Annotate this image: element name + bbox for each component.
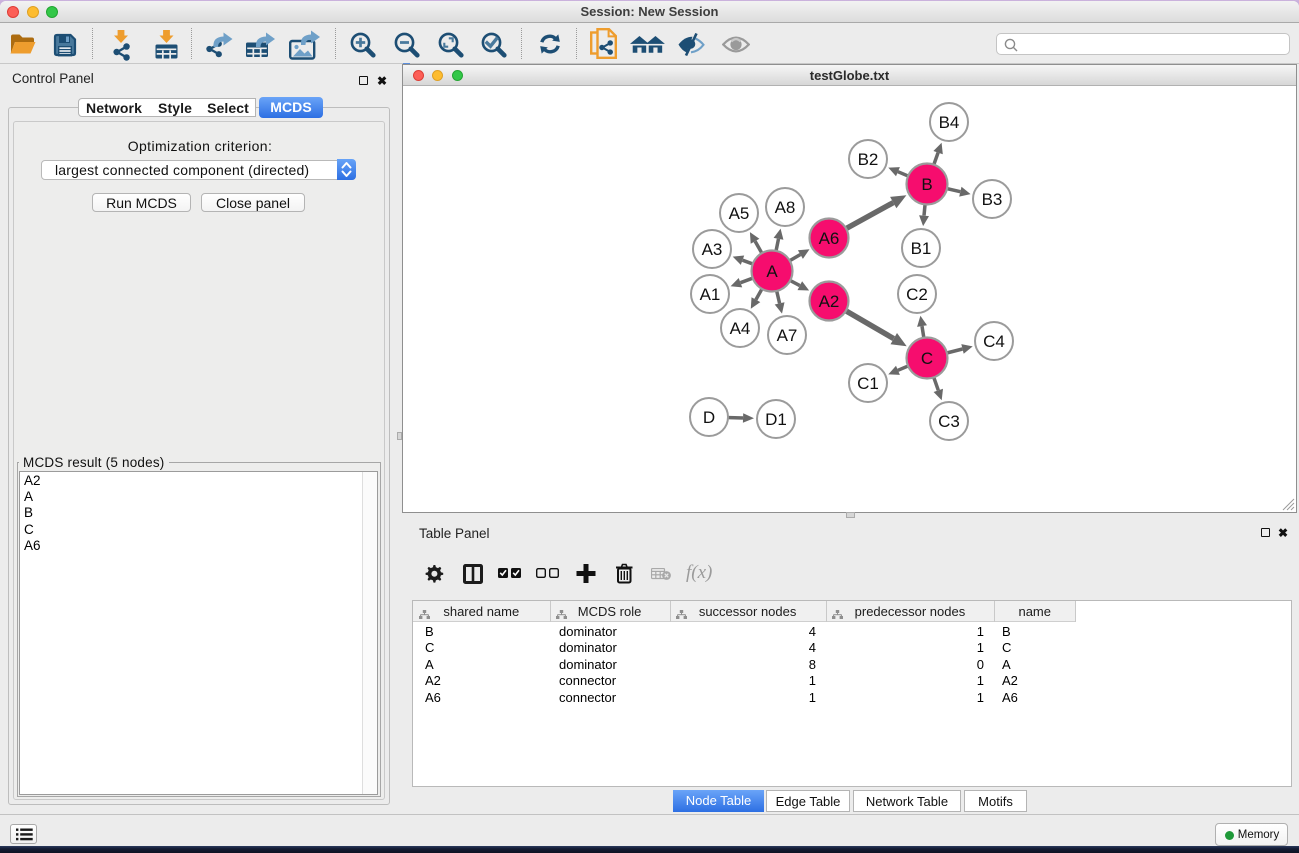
svg-text:A2: A2 [819,292,840,311]
svg-text:C1: C1 [857,374,879,393]
svg-text:B4: B4 [939,113,960,132]
svg-text:A1: A1 [700,285,721,304]
svg-text:D: D [703,408,715,427]
svg-text:C3: C3 [938,412,960,431]
svg-text:D1: D1 [765,410,787,429]
svg-text:A7: A7 [777,326,798,345]
svg-text:A5: A5 [729,204,750,223]
svg-text:A3: A3 [702,240,723,259]
svg-text:A6: A6 [819,229,840,248]
svg-text:B2: B2 [858,150,879,169]
svg-text:B1: B1 [911,239,932,258]
svg-text:A4: A4 [730,319,751,338]
svg-text:C: C [921,349,933,368]
svg-text:A8: A8 [775,198,796,217]
svg-text:B: B [921,175,932,194]
svg-text:B3: B3 [982,190,1003,209]
svg-text:C4: C4 [983,332,1005,351]
svg-text:C2: C2 [906,285,928,304]
svg-text:A: A [766,262,778,281]
